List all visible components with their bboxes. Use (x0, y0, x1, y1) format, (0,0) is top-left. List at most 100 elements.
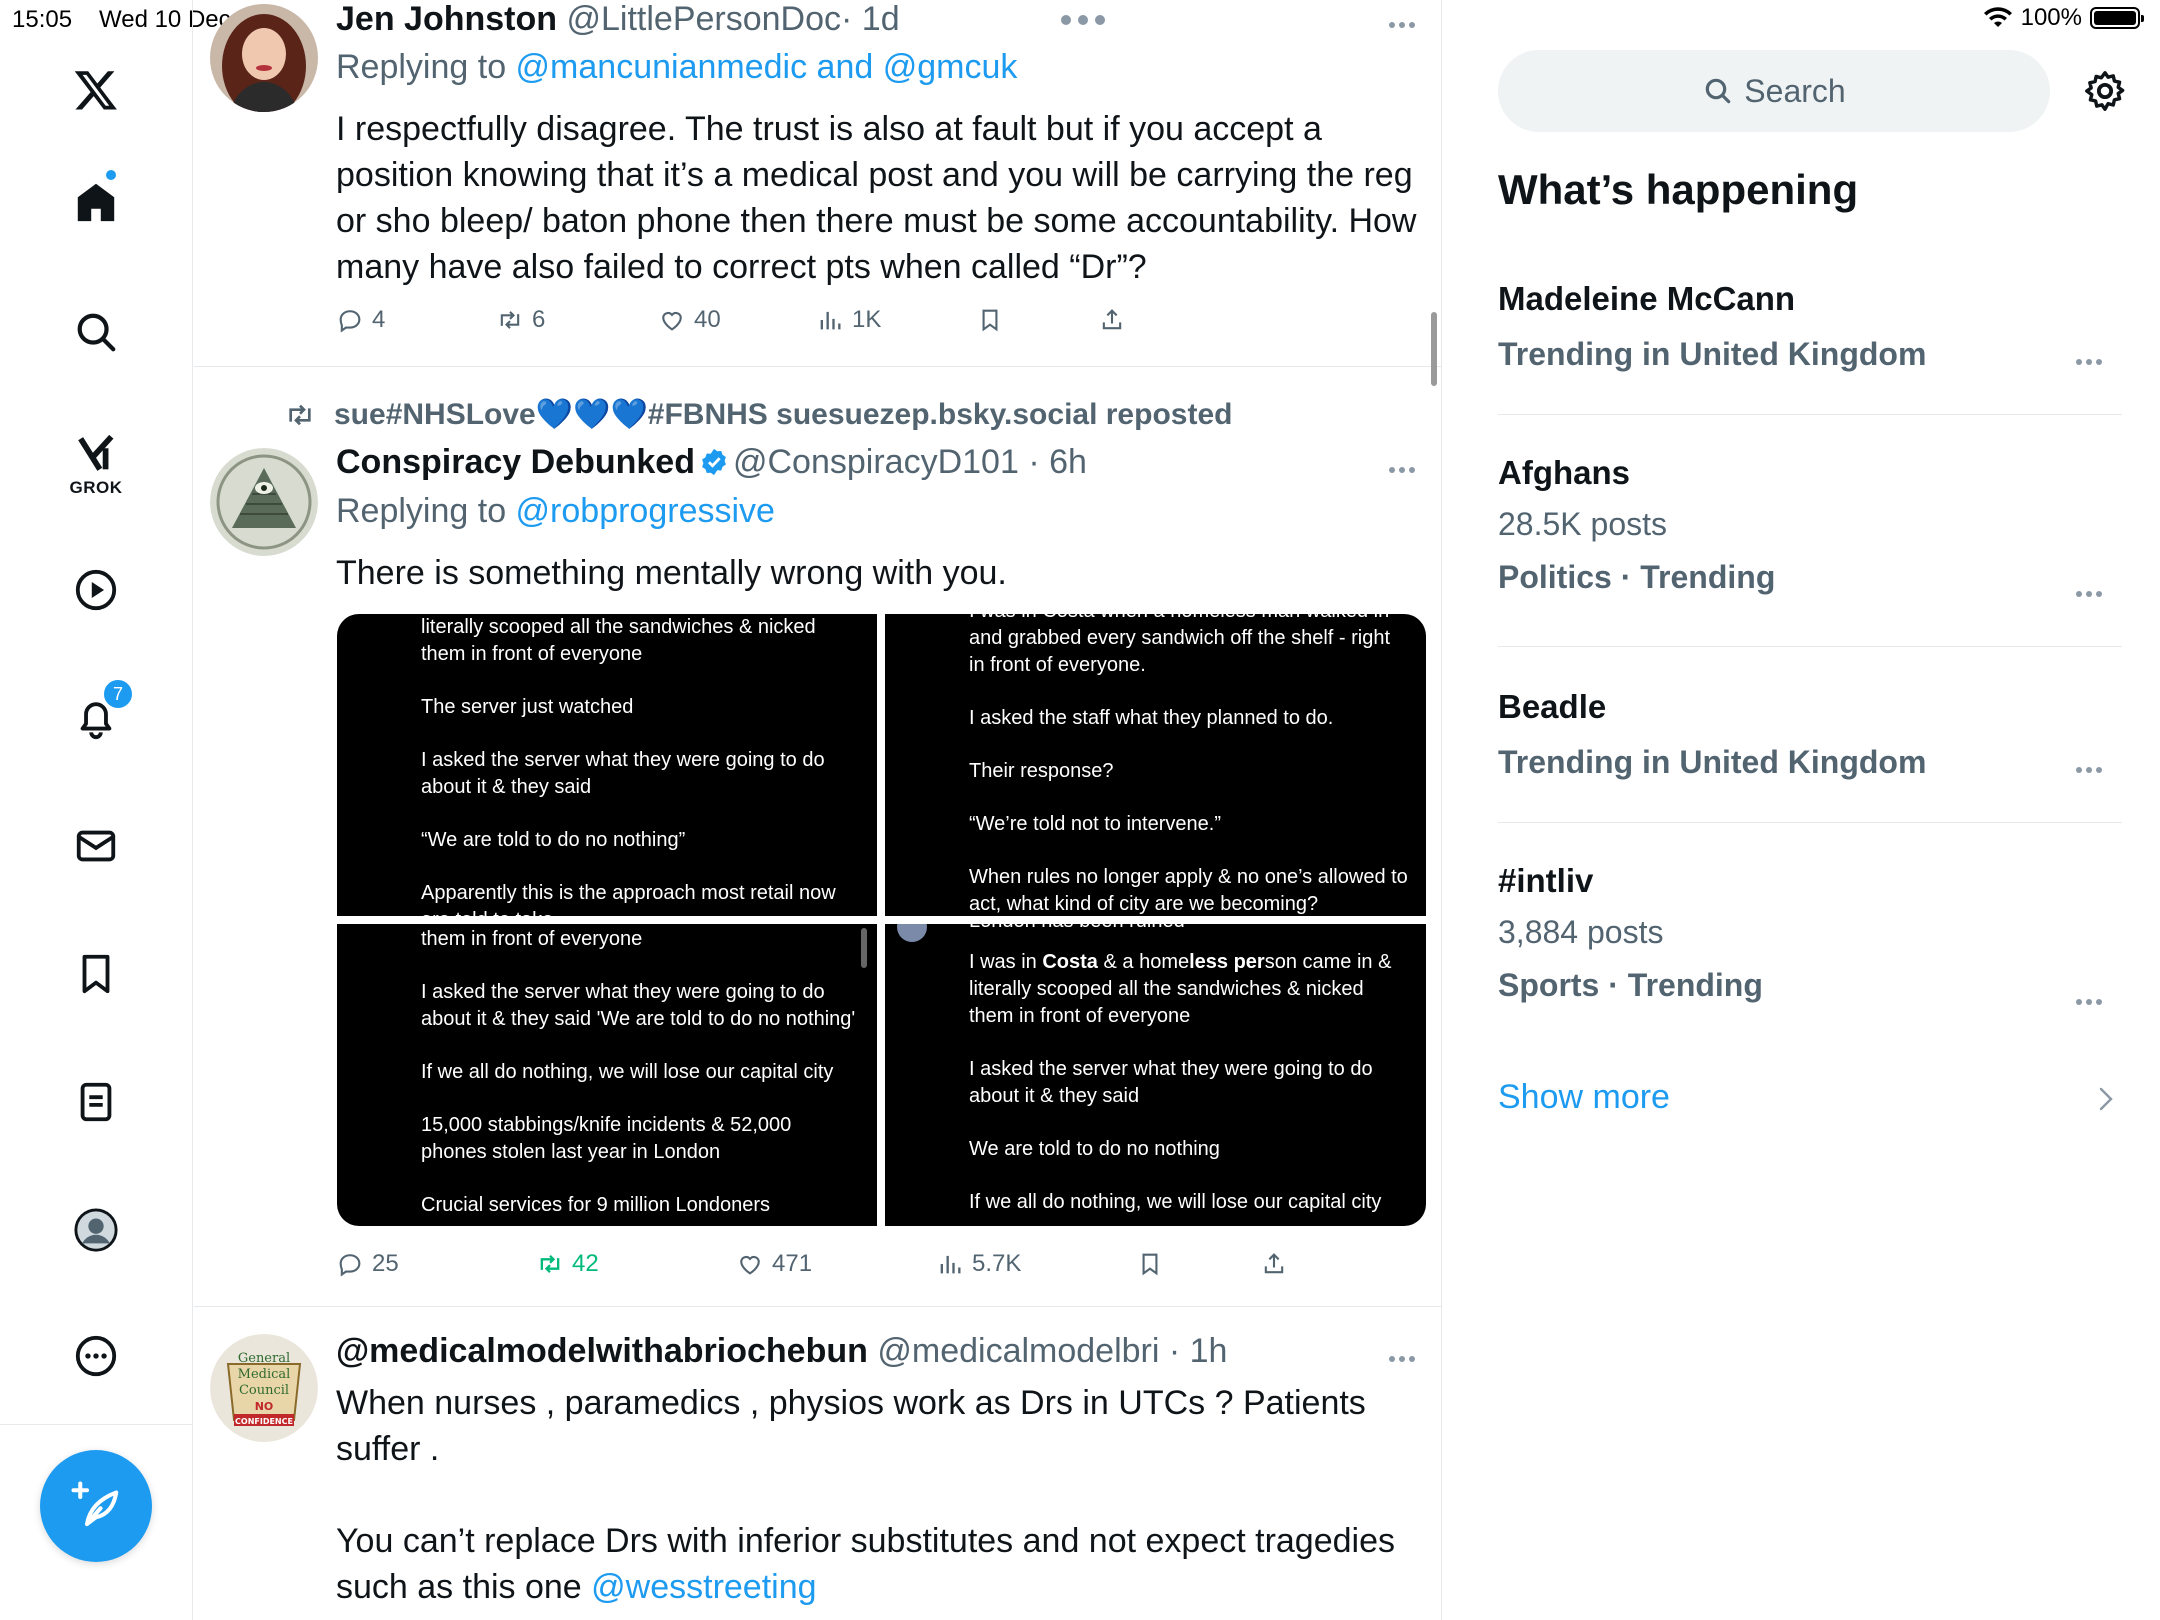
trend-more-icon[interactable] (2076, 352, 2110, 365)
avatar[interactable]: General Medical Council NO CONFIDENCE (210, 1334, 318, 1442)
media-image-4[interactable]: London has been ruined I was in Costa & … (885, 924, 1426, 1226)
image-text: We are told to do no nothing (969, 1138, 1220, 1160)
trend-more-icon[interactable] (2076, 992, 2110, 1005)
more-options-icon[interactable] (1389, 15, 1423, 28)
avatar-icon[interactable] (66, 1200, 126, 1260)
avatar-text: CONFIDENCE (235, 1417, 293, 1426)
more-circle-icon[interactable] (66, 1326, 126, 1386)
trend-item[interactable]: Madeleine McCann Trending in United King… (1498, 280, 2122, 373)
play-icon[interactable] (66, 560, 126, 620)
home-unread-dot (104, 168, 118, 182)
x-logo-icon[interactable] (66, 60, 126, 120)
mail-icon[interactable] (66, 816, 126, 876)
tweet-time: · 1h (1168, 1332, 1228, 1370)
gear-icon[interactable] (2082, 68, 2128, 114)
repost-button[interactable]: 6 (496, 306, 545, 334)
repost-button[interactable]: 42 (536, 1250, 599, 1278)
replying-to-link[interactable]: @robprogressive (516, 492, 775, 530)
show-more-link[interactable]: Show more (1498, 1078, 1670, 1117)
tweet-text: I respectfully disagree. The trust is al… (336, 110, 1417, 286)
author-name[interactable]: Conspiracy Debunked (336, 443, 695, 481)
trend-title: #intliv (1498, 862, 1594, 899)
trend-posts: 3,884 posts (1498, 914, 1664, 950)
like-button[interactable]: 471 (736, 1250, 812, 1278)
reply-button[interactable]: 4 (336, 306, 385, 334)
bookmark-button[interactable] (976, 306, 1004, 334)
media-grid[interactable]: literally scooped all the sandwiches & n… (337, 614, 1426, 1226)
reply-button[interactable]: 25 (336, 1250, 399, 1278)
trend-item[interactable]: #intliv 3,884 posts Sports · Trending (1498, 862, 2122, 1004)
compose-button[interactable] (40, 1450, 152, 1562)
share-button[interactable] (1260, 1250, 1288, 1278)
more-options-icon[interactable] (1389, 460, 1423, 473)
views-button[interactable]: 1K (816, 306, 881, 334)
image-text: Crucial services for 9 million Londoners (421, 1194, 771, 1216)
image-text: London has been ruined (969, 924, 1408, 935)
image-text: I asked the server what they were going … (969, 1058, 1373, 1107)
search-icon[interactable] (66, 302, 126, 362)
battery-percent: 100% (2020, 4, 2082, 31)
embedded-avatar (897, 924, 927, 942)
more-options-icon[interactable] (1389, 1349, 1423, 1362)
reply-count: 25 (372, 1250, 399, 1277)
share-button[interactable] (1098, 306, 1126, 334)
bookmark-icon[interactable] (66, 944, 126, 1004)
bell-icon[interactable]: 7 (66, 678, 134, 748)
home-icon[interactable] (66, 168, 126, 232)
reposted-by[interactable]: sue#NHSLove💙💙💙#FBNHS suesuezep.bsky.soci… (328, 397, 1232, 432)
trend-meta: Sports · Trending (1498, 967, 1763, 1003)
grok-icon[interactable] (66, 424, 126, 484)
author-handle[interactable]: @ConspiracyD101 (733, 443, 1019, 481)
trend-item[interactable]: Beadle Trending in United Kingdom (1498, 688, 2122, 781)
mention-link[interactable]: @wesstreeting (591, 1568, 816, 1606)
media-image-2[interactable]: I was in Costa when a homeless man walke… (885, 614, 1426, 916)
image-text: “We’re told not to intervene.” (969, 813, 1221, 835)
views-button[interactable]: 5.7K (936, 1250, 1021, 1278)
repost-icon (540, 1255, 560, 1273)
reply-icon (339, 310, 361, 333)
image-text: I asked the server what they were going … (421, 749, 825, 798)
timeline-scrollbar[interactable] (1431, 312, 1437, 386)
image-text: I asked the server what they were going … (421, 981, 856, 1030)
replying-to-link[interactable]: @mancunianmedic and @gmcuk (516, 48, 1018, 86)
list-icon[interactable] (66, 1072, 126, 1132)
bookmark-button[interactable] (1136, 1250, 1164, 1278)
timeline: Jen Johnston @LittlePersonDoc· 1d Replyi… (194, 0, 1442, 1620)
reply-icon (339, 1254, 361, 1277)
avatar-text: General (238, 1351, 290, 1366)
trend-meta: Politics · Trending (1498, 559, 1776, 595)
replying-prefix: Replying to (336, 492, 516, 530)
share-icon (1102, 309, 1122, 330)
view-count: 5.7K (972, 1250, 1022, 1277)
image-text: If we all do nothing, we will lose our c… (969, 1191, 1382, 1213)
like-button[interactable]: 40 (658, 306, 721, 334)
author-handle[interactable]: @medicalmodelbri (877, 1332, 1159, 1370)
trend-more-icon[interactable] (2076, 584, 2110, 597)
avatar[interactable] (210, 4, 318, 112)
search-icon (1706, 78, 1731, 104)
trend-item[interactable]: Afghans 28.5K posts Politics · Trending (1498, 454, 2122, 596)
tweet-actions: 25 42 471 5.7K (336, 1250, 1436, 1286)
search-input[interactable]: Search (1498, 50, 2050, 132)
grok-label: GROK (69, 478, 123, 497)
avatar-text: NO (255, 1400, 274, 1413)
trend-title: Madeleine McCann (1498, 280, 1796, 317)
trend-more-icon[interactable] (2076, 760, 2110, 773)
trend-divider (1498, 822, 2122, 823)
bookmark-icon (982, 309, 998, 332)
compose-icon (71, 1481, 119, 1527)
media-image-3[interactable]: them in front of everyone I asked the se… (337, 924, 877, 1226)
like-count: 471 (772, 1250, 813, 1277)
author-name[interactable]: Jen Johnston (336, 0, 557, 38)
avatar[interactable] (210, 448, 318, 556)
media-image-1[interactable]: literally scooped all the sandwiches & n… (337, 614, 877, 916)
image-text: Apparently this is the approach most ret… (421, 882, 836, 916)
tweet-text-continued: You can’t replace Drs with inferior subs… (336, 1522, 1395, 1606)
author-handle[interactable]: @LittlePersonDoc (566, 0, 841, 38)
image-text: I was in Costa when a homeless man walke… (969, 614, 1408, 625)
image-scrollbar (861, 928, 867, 968)
author-name[interactable]: @medicalmodelwithabriochebun (336, 1332, 868, 1370)
image-text: I was in Costa & a homeless person came … (969, 951, 1392, 1027)
trend-divider (1498, 646, 2122, 647)
view-count: 1K (852, 306, 882, 333)
